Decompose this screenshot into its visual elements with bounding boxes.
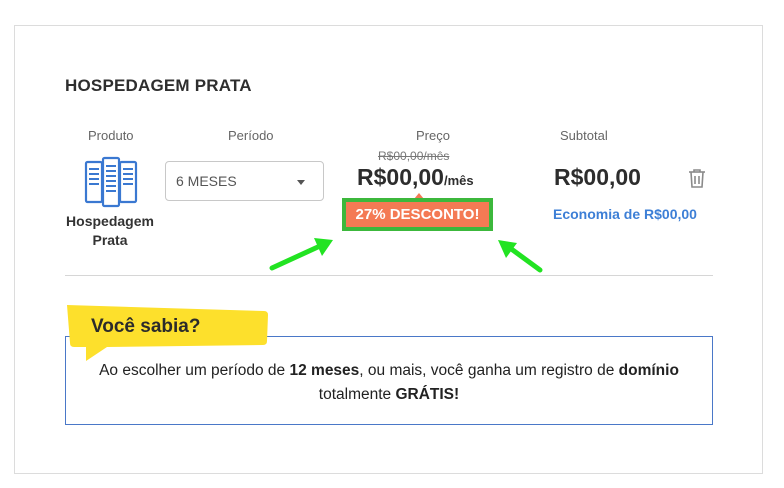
section-divider (65, 275, 713, 276)
tip-text-bold3: GRÁTIS (395, 386, 455, 403)
discount-badge: 27% DESCONTO! (346, 202, 489, 227)
chevron-down-icon (297, 180, 305, 185)
tip-text-bold1: 12 meses (289, 362, 360, 379)
product-name: Hospedagem Prata (60, 212, 160, 250)
product-name-line2: Prata (92, 232, 128, 248)
trash-icon[interactable] (688, 168, 706, 188)
column-header-product: Produto (88, 128, 134, 143)
server-icon (84, 156, 138, 208)
plan-title: HOSPEDAGEM PRATA (65, 76, 252, 95)
subtotal-value: R$00,00 (554, 164, 641, 190)
tip-text-part2: , ou mais, você ganha um registro de (359, 362, 619, 379)
column-header-period: Período (228, 128, 274, 143)
column-header-subtotal: Subtotal (560, 128, 608, 143)
discount-highlight: 27% DESCONTO! (342, 198, 493, 231)
current-price: R$00,00/mês (357, 164, 474, 191)
old-price: R$00,00/mês (378, 149, 450, 163)
tip-text-part3: totalmente (318, 386, 396, 403)
economy-text: Economia de R$00,00 (553, 206, 697, 222)
tip-text-part4: ! (454, 386, 460, 403)
current-price-value: R$00,00 (357, 164, 444, 190)
tip-text: Ao escolher um período de 12 meses, ou m… (67, 359, 711, 407)
product-name-line1: Hospedagem (66, 213, 154, 229)
tip-text-bold2: domínio (618, 362, 679, 379)
arrow-left-icon (269, 243, 323, 271)
column-header-price: Preço (416, 128, 450, 143)
period-select[interactable]: 6 MESES (165, 161, 324, 201)
tip-tag: Você sabia? (91, 316, 201, 337)
period-select-value: 6 MESES (176, 173, 237, 189)
arrow-right-icon (507, 245, 543, 273)
tip-text-part1: Ao escolher um período de (99, 362, 290, 379)
current-price-unit: /mês (443, 173, 474, 188)
